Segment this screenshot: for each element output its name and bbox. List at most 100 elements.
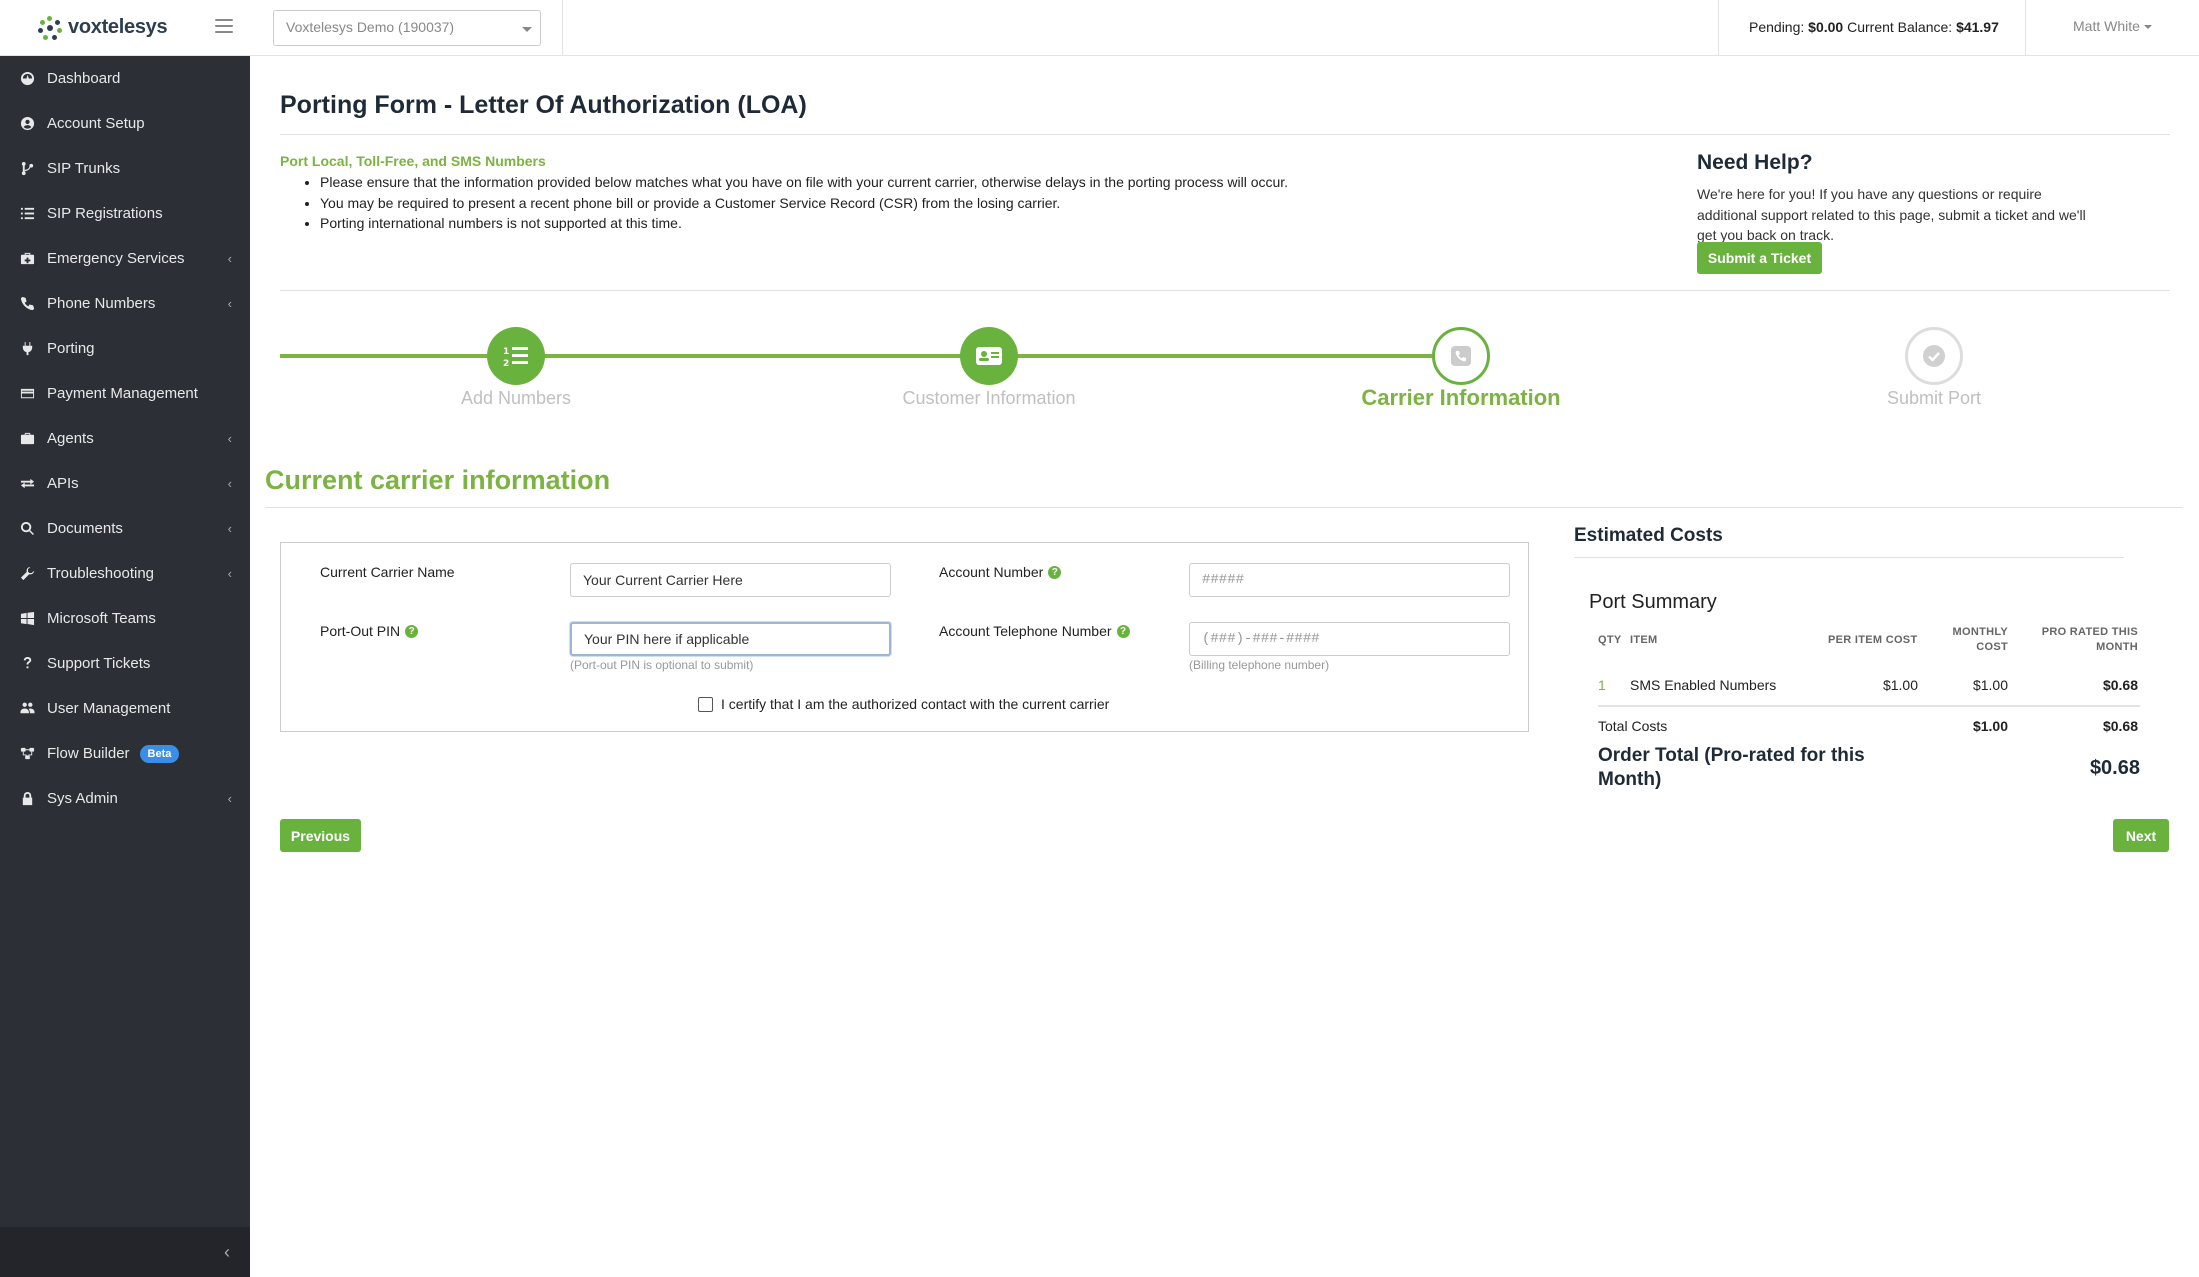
briefcase-icon — [19, 431, 35, 447]
sidebar-item-label: APIs — [47, 475, 79, 492]
logo-icon — [38, 15, 62, 40]
step-add-numbers[interactable]: 1 2 — [487, 327, 545, 385]
page-title: Porting Form - Letter Of Authorization (… — [280, 91, 807, 119]
row-qty: 1 — [1598, 677, 1606, 693]
total-label: Total Costs — [1598, 718, 1668, 734]
sidebar-item-phone-numbers[interactable]: Phone Numbers ‹ — [0, 281, 250, 326]
sidebar-item-flow-builder[interactable]: Flow Builder Beta — [0, 731, 250, 776]
header-monthly: MONTHLY COST — [1948, 626, 2008, 653]
sidebar-item-label: SIP Registrations — [47, 205, 163, 222]
list-icon — [19, 206, 35, 222]
windows-icon — [19, 611, 35, 627]
sidebar-item-label: Emergency Services — [47, 250, 185, 267]
sidebar: voxtelesys Dashboard Account Setup SIP Tru… — [0, 0, 250, 1277]
total-prorated: $0.68 — [2102, 718, 2138, 734]
previous-button[interactable]: Previous — [280, 819, 361, 852]
divider — [1574, 557, 2124, 558]
header-per-item: PER ITEM COST — [1828, 634, 1918, 646]
chevron-left-icon: ‹ — [227, 566, 232, 581]
chevron-left-icon[interactable]: ‹ — [224, 1242, 230, 1263]
users-icon — [19, 701, 35, 717]
sidebar-item-documents[interactable]: Documents ‹ — [0, 506, 250, 551]
topbar: Voxtelesys Demo (190037) Pending: $0.00 … — [250, 0, 2199, 56]
divider — [1598, 706, 2140, 707]
help-icon[interactable]: ? — [1116, 624, 1130, 638]
sidebar-item-support-tickets[interactable]: Support Tickets — [0, 641, 250, 686]
dashboard-icon — [19, 71, 35, 87]
chevron-left-icon: ‹ — [227, 251, 232, 266]
total-monthly: $1.00 — [1972, 718, 2008, 734]
sidebar-item-label: Support Tickets — [47, 655, 151, 672]
header-prorated: PRO RATED THIS MONTH — [2018, 626, 2138, 653]
step-carrier-information[interactable] — [1432, 327, 1490, 385]
certify-checkbox[interactable]: I certify that I am the authorized conta… — [698, 696, 1109, 712]
sidebar-item-sys-admin[interactable]: Sys Admin ‹ — [0, 776, 250, 821]
sidebar-item-sip-registrations[interactable]: SIP Registrations — [0, 191, 250, 236]
pin-input[interactable] — [570, 622, 891, 656]
user-name[interactable]: Matt White — [2073, 18, 2140, 34]
help-icon[interactable]: ? — [405, 624, 419, 638]
chevron-left-icon: ‹ — [227, 296, 232, 311]
user-menu[interactable]: Matt White — [2073, 18, 2152, 34]
port-summary-title: Port Summary — [1589, 591, 1717, 613]
account-select-value: Voxtelesys Demo (190037) — [286, 19, 455, 35]
sidebar-item-sip-trunks[interactable]: SIP Trunks — [0, 146, 250, 191]
step-label: Customer Information — [902, 388, 1076, 408]
sidebar-item-emergency-services[interactable]: Emergency Services ‹ — [0, 236, 250, 281]
search-icon — [19, 521, 35, 537]
sidebar-item-account-setup[interactable]: Account Setup — [0, 101, 250, 146]
divider — [280, 134, 2170, 135]
hamburger-menu-icon[interactable] — [215, 17, 233, 35]
sidebar-collapse-button[interactable]: ‹ — [0, 1227, 250, 1277]
carrier-name-input[interactable] — [570, 563, 891, 597]
medkit-icon — [19, 251, 35, 267]
next-button[interactable]: Next — [2113, 819, 2169, 852]
intro-bullet: You may be required to present a recent … — [320, 193, 1288, 214]
lock-icon — [19, 791, 35, 807]
sidebar-item-label: Porting — [47, 340, 95, 357]
sidebar-item-label: Phone Numbers — [47, 295, 156, 312]
account-number-label-text: Account Number — [939, 564, 1044, 580]
sidebar-item-microsoft-teams[interactable]: Microsoft Teams — [0, 596, 250, 641]
sidebar-item-apis[interactable]: APIs ‹ — [0, 461, 250, 506]
submit-ticket-button[interactable]: Submit a Ticket — [1697, 242, 1822, 274]
sidebar-item-agents[interactable]: Agents ‹ — [0, 416, 250, 461]
caret-down-icon — [2143, 25, 2152, 30]
step-label: Carrier Information — [1361, 385, 1561, 410]
sidebar-item-porting[interactable]: Porting — [0, 326, 250, 371]
sidebar-item-dashboard[interactable]: Dashboard — [0, 56, 250, 101]
account-number-input[interactable] — [1189, 563, 1510, 597]
step-label: Submit Port — [1886, 388, 1982, 408]
step-submit-port[interactable] — [1905, 327, 1963, 385]
sidebar-item-label: Dashboard — [47, 70, 121, 87]
step-customer-information[interactable] — [960, 327, 1018, 385]
telephone-label: Account Telephone Number ? — [939, 623, 1130, 639]
intro-bullet: Porting international numbers is not sup… — [320, 213, 1288, 234]
sidebar-item-payment-management[interactable]: Payment Management — [0, 371, 250, 416]
pin-hint: (Port-out PIN is optional to submit) — [570, 658, 754, 672]
divider — [2025, 0, 2026, 56]
sidebar-item-label: Flow Builder — [47, 745, 130, 762]
chevron-left-icon: ‹ — [227, 476, 232, 491]
phone-icon — [19, 296, 35, 312]
order-total-value: $0.68 — [2089, 757, 2140, 779]
sidebar-item-user-management[interactable]: User Management — [0, 686, 250, 731]
help-icon[interactable]: ? — [1048, 565, 1062, 579]
sidebar-item-label: Troubleshooting — [47, 565, 155, 582]
carrier-form: Current Carrier Name Account Number ? Po… — [280, 542, 1529, 732]
flow-icon — [19, 746, 35, 762]
credit-card-icon — [19, 386, 35, 402]
caret-down-icon — [522, 27, 532, 32]
carrier-name-label-text: Current Carrier Name — [320, 564, 455, 580]
sidebar-item-label: Payment Management — [47, 385, 198, 402]
checkbox[interactable] — [698, 696, 713, 712]
divider — [1718, 0, 1719, 56]
sidebar-item-troubleshooting[interactable]: Troubleshooting ‹ — [0, 551, 250, 596]
account-select[interactable]: Voxtelesys Demo (190037) — [273, 10, 541, 46]
pin-label-text: Port-Out PIN — [320, 623, 401, 639]
row-per-item: $1.00 — [1882, 677, 1918, 693]
telephone-input[interactable] — [1189, 622, 1510, 656]
brand-name: voxtelesys — [68, 16, 168, 38]
svg-text:1: 1 — [503, 347, 509, 357]
balance-label: Current Balance: — [1847, 19, 1953, 35]
